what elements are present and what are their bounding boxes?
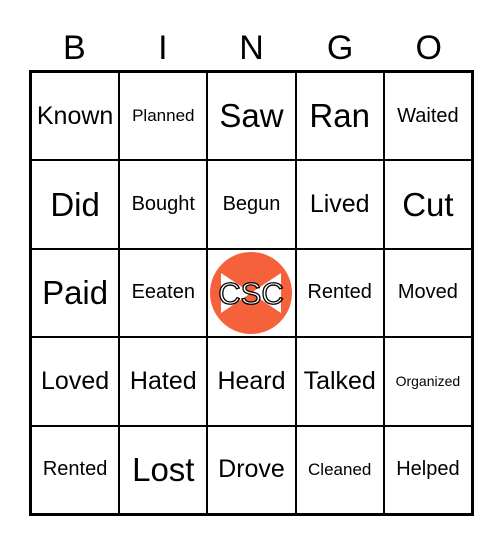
bingo-cell[interactable]: Waited: [383, 72, 472, 161]
bingo-cell[interactable]: Eeaten: [119, 248, 208, 338]
bingo-cell[interactable]: Helped: [383, 425, 472, 514]
bingo-cell[interactable]: Hated: [119, 337, 208, 426]
bingo-cell[interactable]: Paid: [31, 248, 120, 338]
header-letter: G: [326, 29, 354, 67]
bingo-cell[interactable]: Planned: [119, 72, 208, 161]
bingo-cell[interactable]: Bought: [119, 160, 208, 249]
bingo-cell[interactable]: Ran: [295, 72, 384, 161]
bingo-cell[interactable]: Rented: [295, 248, 384, 338]
bowtie-logo-icon: CSC: [210, 251, 293, 334]
header-letter: O: [415, 29, 442, 67]
bingo-cell[interactable]: Drove: [207, 425, 296, 514]
bingo-grid: Known Planned Saw Ran Waited Did Bought Begun Li…: [29, 70, 474, 516]
bingo-cell[interactable]: Cleaned: [295, 425, 384, 514]
bingo-cell[interactable]: Lived: [295, 160, 384, 249]
bingo-cell[interactable]: Talked: [295, 337, 384, 426]
free-space[interactable]: CSC: [207, 248, 296, 338]
header-letter: I: [158, 29, 168, 67]
bingo-cell[interactable]: Saw: [207, 72, 296, 161]
bingo-header: BINGO: [30, 28, 473, 68]
bingo-cell[interactable]: Known: [31, 72, 120, 161]
bingo-cell[interactable]: Moved: [383, 248, 472, 338]
bingo-cell[interactable]: Begun: [207, 160, 296, 249]
header-letter: B: [62, 29, 86, 67]
bingo-cell[interactable]: Loved: [31, 337, 120, 426]
bingo-cell[interactable]: Did: [31, 160, 120, 249]
bingo-cell[interactable]: Lost: [119, 425, 208, 514]
bingo-cell[interactable]: Cut: [383, 160, 472, 249]
bingo-cell[interactable]: Organized: [383, 337, 472, 426]
header-letter: N: [239, 29, 264, 67]
bingo-cell[interactable]: Rented: [31, 425, 120, 514]
svg-text:CSC: CSC: [219, 276, 284, 311]
bingo-cell[interactable]: Heard: [207, 337, 296, 426]
